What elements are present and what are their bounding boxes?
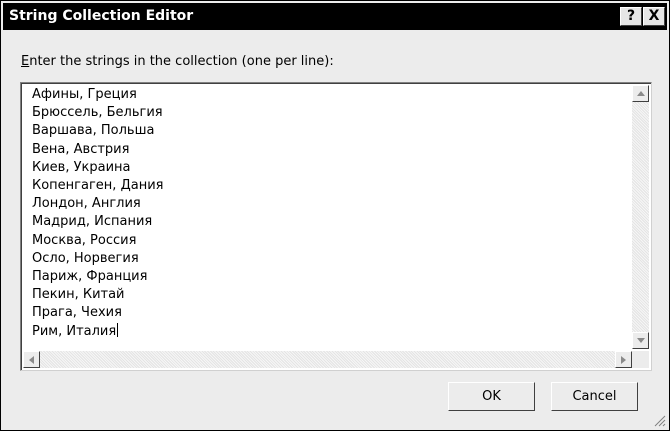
horizontal-scrollbar[interactable] [23, 351, 632, 368]
string-line-last: Рим, Италия [32, 322, 612, 341]
string-line: Афины, Греция [32, 87, 137, 102]
instruction-text: nter the strings in the collection (one … [29, 54, 334, 69]
strings-textarea[interactable]: Афины, Греция Брюссель, Бельгия Варшава,… [20, 82, 652, 371]
arrow-left-icon [29, 356, 34, 364]
string-line: Прага, Чехия [32, 305, 122, 321]
vertical-scrollbar[interactable] [632, 85, 649, 349]
arrow-down-icon [637, 338, 645, 343]
scrollbar-corner [632, 351, 649, 368]
scroll-right-button[interactable] [615, 351, 632, 368]
string-line: Москва, Россия [32, 232, 137, 248]
ok-button[interactable]: OK [448, 382, 535, 411]
text-caret [117, 322, 119, 337]
help-button[interactable]: ? [620, 7, 642, 26]
strings-list: Афины, Греция Брюссель, Бельгия Варшава,… [32, 86, 612, 341]
string-line: Париж, Франция [32, 269, 148, 285]
string-collection-editor-dialog: String Collection Editor ? X Enter the s… [0, 0, 670, 431]
resize-grip-icon[interactable] [654, 415, 666, 427]
string-line: Вена, Австрия [32, 141, 130, 157]
string-line-text: Рим, Италия [32, 323, 117, 339]
title-bar[interactable]: String Collection Editor ? X [3, 3, 667, 30]
close-button[interactable]: X [643, 7, 665, 26]
scroll-left-button[interactable] [23, 351, 40, 368]
string-line: Лондон, Англия [32, 196, 141, 212]
cancel-button[interactable]: Cancel [551, 382, 638, 411]
instruction-label: Enter the strings in the collection (one… [21, 54, 334, 69]
string-line: Копенгаген, Дания [32, 178, 164, 194]
string-line: Осло, Норвегия [32, 250, 139, 266]
dialog-title: String Collection Editor [9, 8, 194, 24]
accesskey-letter: E [21, 54, 30, 69]
string-line: Пекин, Китай [32, 287, 125, 303]
arrow-right-icon [621, 356, 626, 364]
string-line: Киев, Украина [32, 159, 131, 175]
scroll-up-button[interactable] [632, 85, 649, 102]
arrow-up-icon [637, 91, 645, 96]
string-line: Варшава, Польша [32, 123, 155, 139]
string-line: Брюссель, Бельгия [32, 105, 163, 121]
scroll-down-button[interactable] [632, 332, 649, 349]
string-line: Мадрид, Испания [32, 214, 153, 230]
